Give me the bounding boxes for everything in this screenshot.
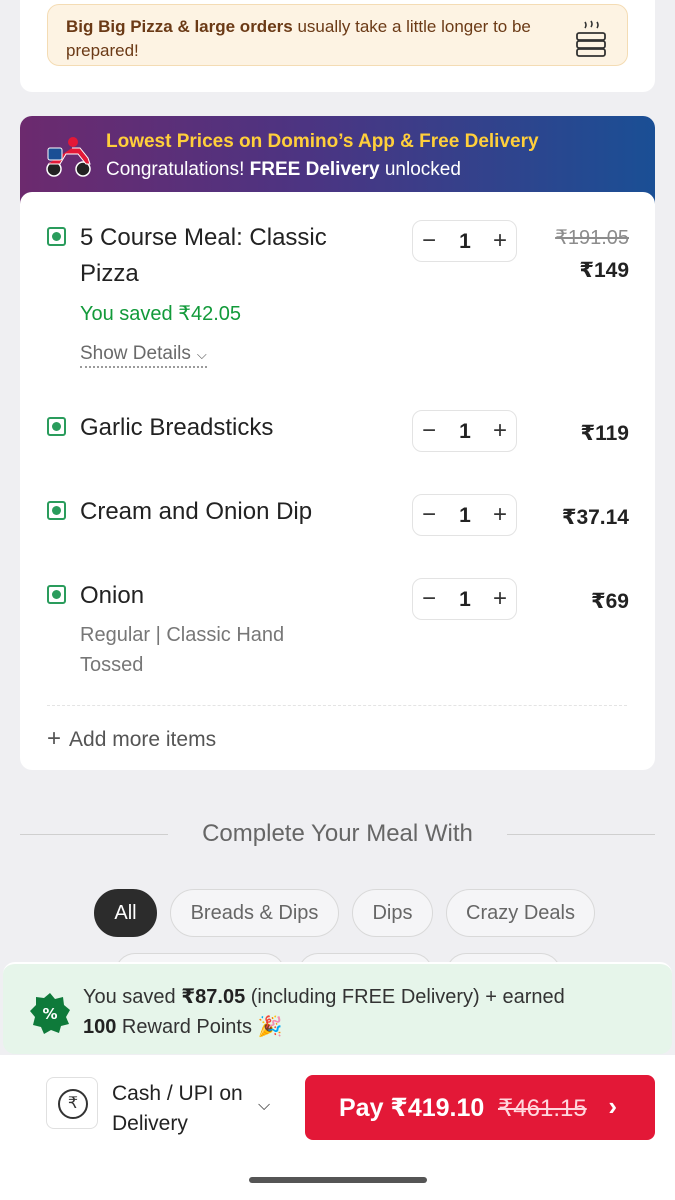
banner-subline: Congratulations! FREE Delivery unlocked [106, 159, 461, 181]
show-details-label: Show Details [80, 343, 191, 364]
savings-suffix: Reward Points 🎉 [116, 1016, 283, 1038]
chip-crazy-deals[interactable]: Crazy Deals [446, 889, 595, 937]
plus-icon: + [47, 725, 62, 752]
increase-quantity-button[interactable]: + [490, 587, 510, 611]
decrease-quantity-button[interactable]: − [419, 587, 439, 611]
chevron-down-icon: ⌵ [196, 347, 207, 362]
item-price: ₹149 [579, 259, 629, 282]
notice-bold-text: Big Big Pizza & large orders [66, 17, 293, 36]
chip-breads-dips[interactable]: Breads & Dips [170, 889, 339, 937]
item-description: Regular | Classic Hand Tossed [80, 624, 285, 676]
banner-headline: Lowest Prices on Domino’s App & Free Del… [106, 131, 539, 152]
payment-method-label[interactable]: Cash / UPI on Delivery [112, 1079, 262, 1139]
increase-quantity-button[interactable]: + [490, 419, 510, 443]
quantity-stepper: − 1 + [412, 410, 517, 452]
veg-icon [47, 501, 66, 520]
stacked-pizza-boxes-icon [576, 20, 606, 57]
item-name: Onion [80, 582, 145, 609]
complete-meal-header: Complete Your Meal With [20, 820, 655, 850]
increase-quantity-button[interactable]: + [490, 503, 510, 527]
quantity-value: 1 [459, 588, 471, 611]
quantity-value: 1 [459, 230, 471, 253]
quantity-stepper: − 1 + [412, 220, 517, 262]
chevron-down-icon[interactable]: ⌵ [258, 1097, 270, 1115]
item-name: 5 Course Meal: Classic Pizza [80, 224, 327, 287]
cart-card: 5 Course Meal: Classic Pizza − 1 + ₹191.… [20, 192, 655, 770]
divider [507, 834, 655, 835]
payment-method-icon-box[interactable]: ₹ [46, 1077, 98, 1129]
item-savings: You saved ₹42.05 [80, 303, 242, 325]
quantity-value: 1 [459, 504, 471, 527]
home-indicator[interactable] [249, 1177, 427, 1183]
original-price: ₹191.05 [555, 227, 629, 249]
quantity-value: 1 [459, 420, 471, 443]
svg-text:%: % [42, 1005, 57, 1023]
savings-text: You saved ₹87.05 (including FREE Deliver… [83, 982, 565, 1042]
item-name: Cream and Onion Dip [80, 498, 313, 525]
decrease-quantity-button[interactable]: − [419, 503, 439, 527]
decrease-quantity-button[interactable]: − [419, 419, 439, 443]
decrease-quantity-button[interactable]: − [419, 229, 439, 253]
quantity-stepper: − 1 + [412, 578, 517, 620]
veg-icon [47, 227, 66, 246]
veg-icon [47, 417, 66, 436]
veg-icon [47, 585, 66, 604]
reward-points-value: 100 [83, 1016, 117, 1038]
increase-quantity-button[interactable]: + [490, 229, 510, 253]
quantity-stepper: − 1 + [412, 494, 517, 536]
savings-summary: % You saved ₹87.05 (including FREE Deliv… [3, 962, 672, 1054]
discount-badge-icon: % [30, 993, 70, 1034]
savings-prefix: You saved [83, 986, 182, 1008]
item-price: ₹37.14 [561, 506, 629, 529]
chip-dips[interactable]: Dips [352, 889, 433, 937]
large-order-notice: Big Big Pizza & large orders usually tak… [47, 4, 628, 66]
banner-subline-bold: FREE Delivery [249, 159, 380, 180]
item-price: ₹119 [580, 422, 630, 445]
rupee-icon: ₹ [58, 1089, 88, 1119]
scooter-icon [46, 137, 91, 177]
chevron-right-icon: › [608, 1091, 617, 1121]
savings-amount: ₹87.05 [181, 986, 246, 1008]
pay-button[interactable]: Pay ₹419.10 ₹461.15 › [305, 1075, 655, 1140]
pay-original-amount: ₹461.15 [498, 1095, 587, 1122]
pay-amount: Pay ₹419.10 [339, 1094, 485, 1122]
chip-all[interactable]: All [94, 889, 157, 937]
item-name: Garlic Breadsticks [80, 414, 274, 441]
add-more-items-label: Add more items [69, 728, 217, 751]
banner-subline-prefix: Congratulations! [106, 159, 250, 180]
savings-middle: (including FREE Delivery) + earned [245, 986, 565, 1008]
banner-subline-suffix: unlocked [379, 159, 461, 180]
notice-card: Big Big Pizza & large orders usually tak… [20, 0, 655, 92]
add-more-items-button[interactable]: + Add more items [47, 725, 216, 753]
item-price: ₹69 [591, 590, 629, 613]
show-details-link[interactable]: Show Details ⌵ [80, 343, 207, 368]
divider [47, 705, 627, 706]
